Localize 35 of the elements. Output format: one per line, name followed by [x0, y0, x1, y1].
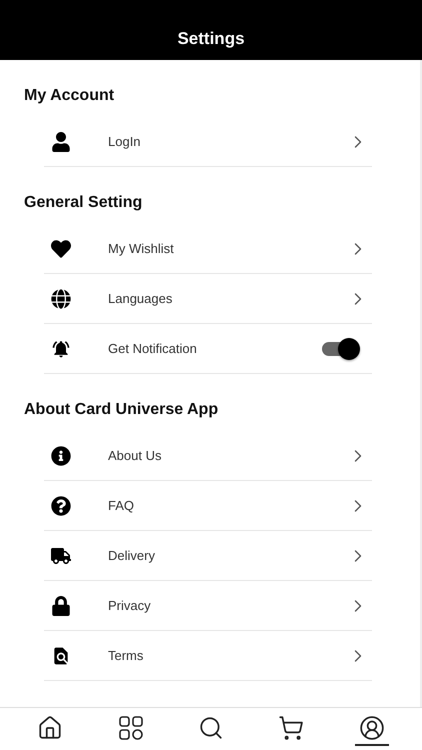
settings-link[interactable]: LogIn — [44, 117, 372, 167]
row-label: Get Notification — [108, 341, 198, 356]
settings-row[interactable]: Get Notification — [44, 324, 372, 374]
row-label: About Us — [108, 448, 162, 463]
row-label: Terms — [108, 648, 144, 663]
row-label: Delivery — [108, 548, 156, 563]
row-label: FAQ — [108, 498, 136, 513]
globe-icon — [51, 288, 71, 308]
cart-icon — [278, 714, 304, 740]
row-label: Privacy — [108, 598, 152, 613]
truck-icon — [51, 546, 71, 566]
page-title: Settings — [177, 29, 245, 49]
row-label: Languages — [108, 291, 174, 306]
home-icon — [37, 714, 64, 740]
search-icon — [198, 714, 224, 740]
row-label: My Wishlist — [108, 241, 175, 256]
grid-icon — [118, 714, 144, 740]
info-icon — [51, 446, 71, 466]
settings-link[interactable]: Languages — [44, 274, 372, 324]
section-heading: General Setting — [23, 193, 144, 213]
settings-link[interactable]: Terms — [44, 631, 372, 681]
section-heading: My Account — [23, 86, 116, 106]
bell-icon — [51, 338, 71, 358]
heart-icon — [51, 238, 71, 258]
question-icon — [51, 496, 71, 516]
section-heading: About Card Universe App — [23, 400, 220, 420]
settings-link[interactable]: Privacy — [44, 581, 372, 631]
settings-link[interactable]: About Us — [44, 431, 372, 481]
lock-icon — [51, 596, 71, 616]
settings-link[interactable]: My Wishlist — [44, 224, 372, 274]
profile-icon — [358, 714, 385, 740]
settings-link[interactable]: Delivery — [44, 531, 372, 581]
settings-link[interactable]: FAQ — [44, 481, 372, 531]
row-label: LogIn — [108, 134, 142, 149]
user-icon — [51, 132, 71, 152]
